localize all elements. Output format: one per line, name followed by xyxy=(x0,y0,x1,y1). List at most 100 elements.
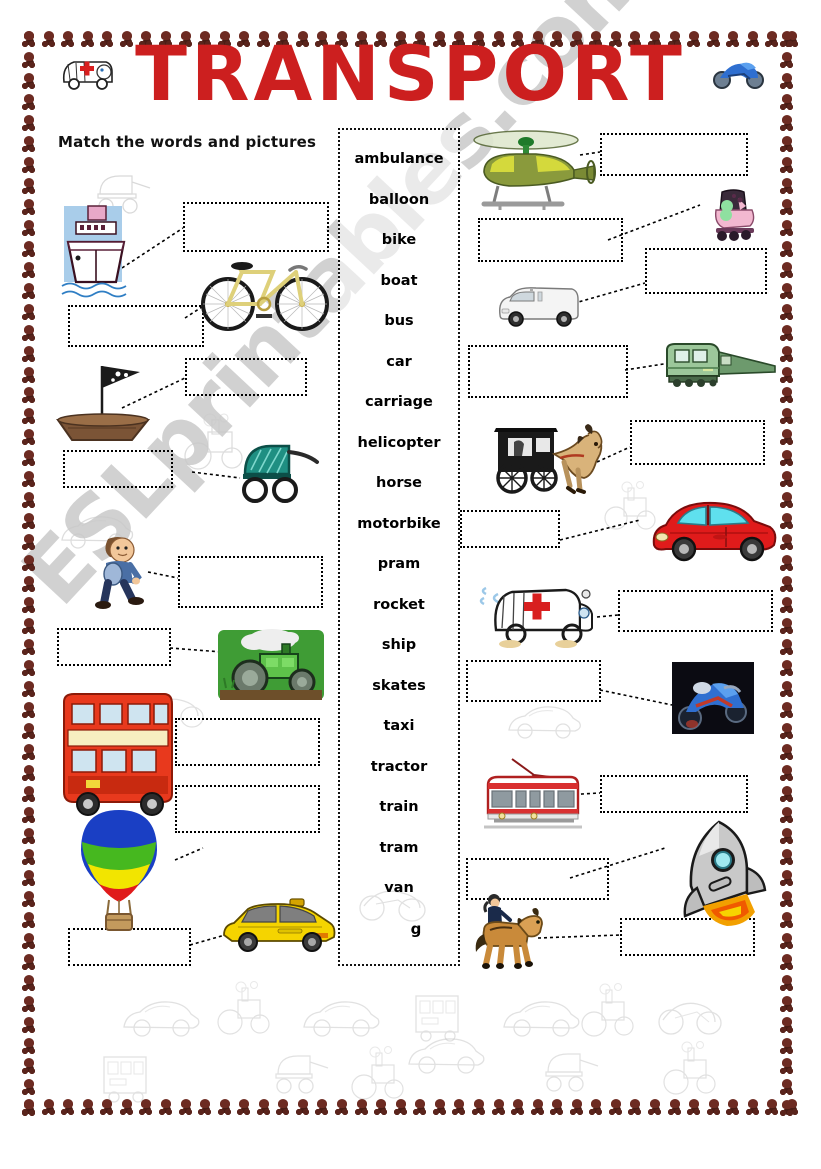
motorbike-border-icon xyxy=(780,678,795,698)
motorbike-border-icon xyxy=(22,972,37,992)
motorbike-border-icon xyxy=(276,1096,291,1116)
motorbike-border-icon xyxy=(22,217,37,237)
motorbike-ghost-icon xyxy=(655,992,725,1038)
word-item: helicopter xyxy=(357,434,441,451)
picture-carriage xyxy=(492,418,612,498)
word-item: bus xyxy=(384,313,414,329)
motorbike-border-icon xyxy=(22,468,37,488)
answer-box[interactable] xyxy=(600,133,748,176)
motorbike-border-icon xyxy=(22,489,37,509)
motorbike-border-icon xyxy=(780,531,795,551)
motorbike-border-icon xyxy=(780,1014,795,1034)
motorbike-border-icon xyxy=(780,196,795,216)
motorbike-border-icon xyxy=(780,154,795,174)
motorbike-border-icon xyxy=(780,951,795,971)
motorbike-border-icon xyxy=(780,175,795,195)
motorbike-border-icon xyxy=(22,364,37,384)
motorbike-border-icon xyxy=(780,322,795,342)
motorbike-border-icon xyxy=(687,1096,702,1116)
tractor-ghost-icon xyxy=(660,1040,724,1098)
motorbike-border-icon xyxy=(648,1096,663,1116)
answer-box[interactable] xyxy=(185,358,307,396)
answer-box[interactable] xyxy=(57,628,171,666)
answer-box[interactable] xyxy=(630,420,765,465)
motorbike-border-icon xyxy=(780,552,795,572)
picture-rocket xyxy=(665,818,773,930)
motorbike-border-icon xyxy=(780,217,795,237)
motorbike-border-icon xyxy=(22,762,37,782)
motorbike-border-icon xyxy=(452,1096,467,1116)
motorbike-border-icon xyxy=(22,447,37,467)
motorbike-border-icon xyxy=(22,699,37,719)
car-ghost-icon xyxy=(300,995,384,1041)
answer-box[interactable] xyxy=(618,590,773,632)
answer-box[interactable] xyxy=(63,450,173,488)
motorbike-border-icon xyxy=(511,1096,526,1116)
motorbike-border-icon xyxy=(780,1055,795,1075)
picture-tractor xyxy=(216,622,326,702)
motorbike-border-icon xyxy=(22,993,37,1013)
answer-box[interactable] xyxy=(183,202,329,252)
picture-ship xyxy=(61,200,130,310)
motorbike-border-icon xyxy=(22,343,37,363)
motorbike-border-icon xyxy=(22,636,37,656)
motorbike-border-icon xyxy=(780,384,795,404)
motorbike-border-icon xyxy=(530,1096,546,1116)
motorbike-border-icon xyxy=(780,804,795,824)
answer-box[interactable] xyxy=(466,660,601,702)
word-item: skates xyxy=(372,677,426,694)
motorbike-border-icon xyxy=(22,951,37,971)
car-ghost-icon xyxy=(120,995,204,1041)
motorbike-border-icon xyxy=(780,972,795,992)
motorbike-border-icon xyxy=(780,636,795,656)
motorbike-border-icon xyxy=(780,867,795,887)
pram-ghost-icon xyxy=(540,1048,604,1094)
motorbike-border-icon xyxy=(295,1096,311,1116)
word-item: tram xyxy=(379,839,419,856)
car-ghost-icon xyxy=(505,700,585,742)
motorbike-border-icon xyxy=(471,1096,487,1116)
answer-box[interactable] xyxy=(478,218,623,262)
motorbike-border-icon xyxy=(780,783,795,803)
motorbike-border-icon xyxy=(256,1096,272,1116)
answer-box[interactable] xyxy=(175,785,320,833)
motorbike-border-icon xyxy=(178,1096,194,1116)
answer-box[interactable] xyxy=(600,775,748,813)
page-title: TRANSPORT xyxy=(135,29,686,118)
word-item: carriage xyxy=(365,394,433,410)
motorbike-border-icon xyxy=(22,1096,37,1116)
bus-ghost-icon xyxy=(100,1053,158,1103)
picture-walking-boy xyxy=(90,533,152,611)
answer-box[interactable] xyxy=(178,556,323,608)
motorbike-border-icon xyxy=(22,909,37,929)
picture-balloon xyxy=(75,808,163,936)
car-ghost-icon xyxy=(405,1032,489,1078)
answer-box[interactable] xyxy=(460,510,560,548)
motorbike-border-icon xyxy=(726,1096,741,1116)
motorbike-border-icon xyxy=(22,1097,37,1117)
corner-motorbike-icon xyxy=(710,52,768,92)
motorbike-border-icon xyxy=(780,280,795,300)
motorbike-border-icon xyxy=(22,1014,37,1034)
answer-box[interactable] xyxy=(68,305,204,347)
motorbike-border-icon xyxy=(22,322,37,342)
picture-train xyxy=(663,340,778,390)
motorbike-border-icon xyxy=(706,1096,722,1116)
motorbike-border-icon xyxy=(780,133,795,153)
answer-box[interactable] xyxy=(175,718,320,766)
motorbike-border-icon xyxy=(80,1096,96,1116)
motorbike-border-icon xyxy=(780,112,795,132)
motorbike-border-icon xyxy=(22,531,37,551)
motorbike-border-icon xyxy=(22,259,37,279)
motorbike-border-icon xyxy=(22,930,37,950)
word-item: g xyxy=(410,919,422,938)
picture-car xyxy=(648,495,780,565)
answer-box[interactable] xyxy=(645,248,767,294)
word-item: ambulance xyxy=(354,151,444,167)
motorbike-border-icon xyxy=(22,510,37,530)
answer-box[interactable] xyxy=(468,345,628,398)
word-item: taxi xyxy=(383,718,415,734)
picture-helicopter xyxy=(470,128,598,216)
motorbike-border-icon xyxy=(22,384,37,404)
picture-bus xyxy=(58,688,178,816)
